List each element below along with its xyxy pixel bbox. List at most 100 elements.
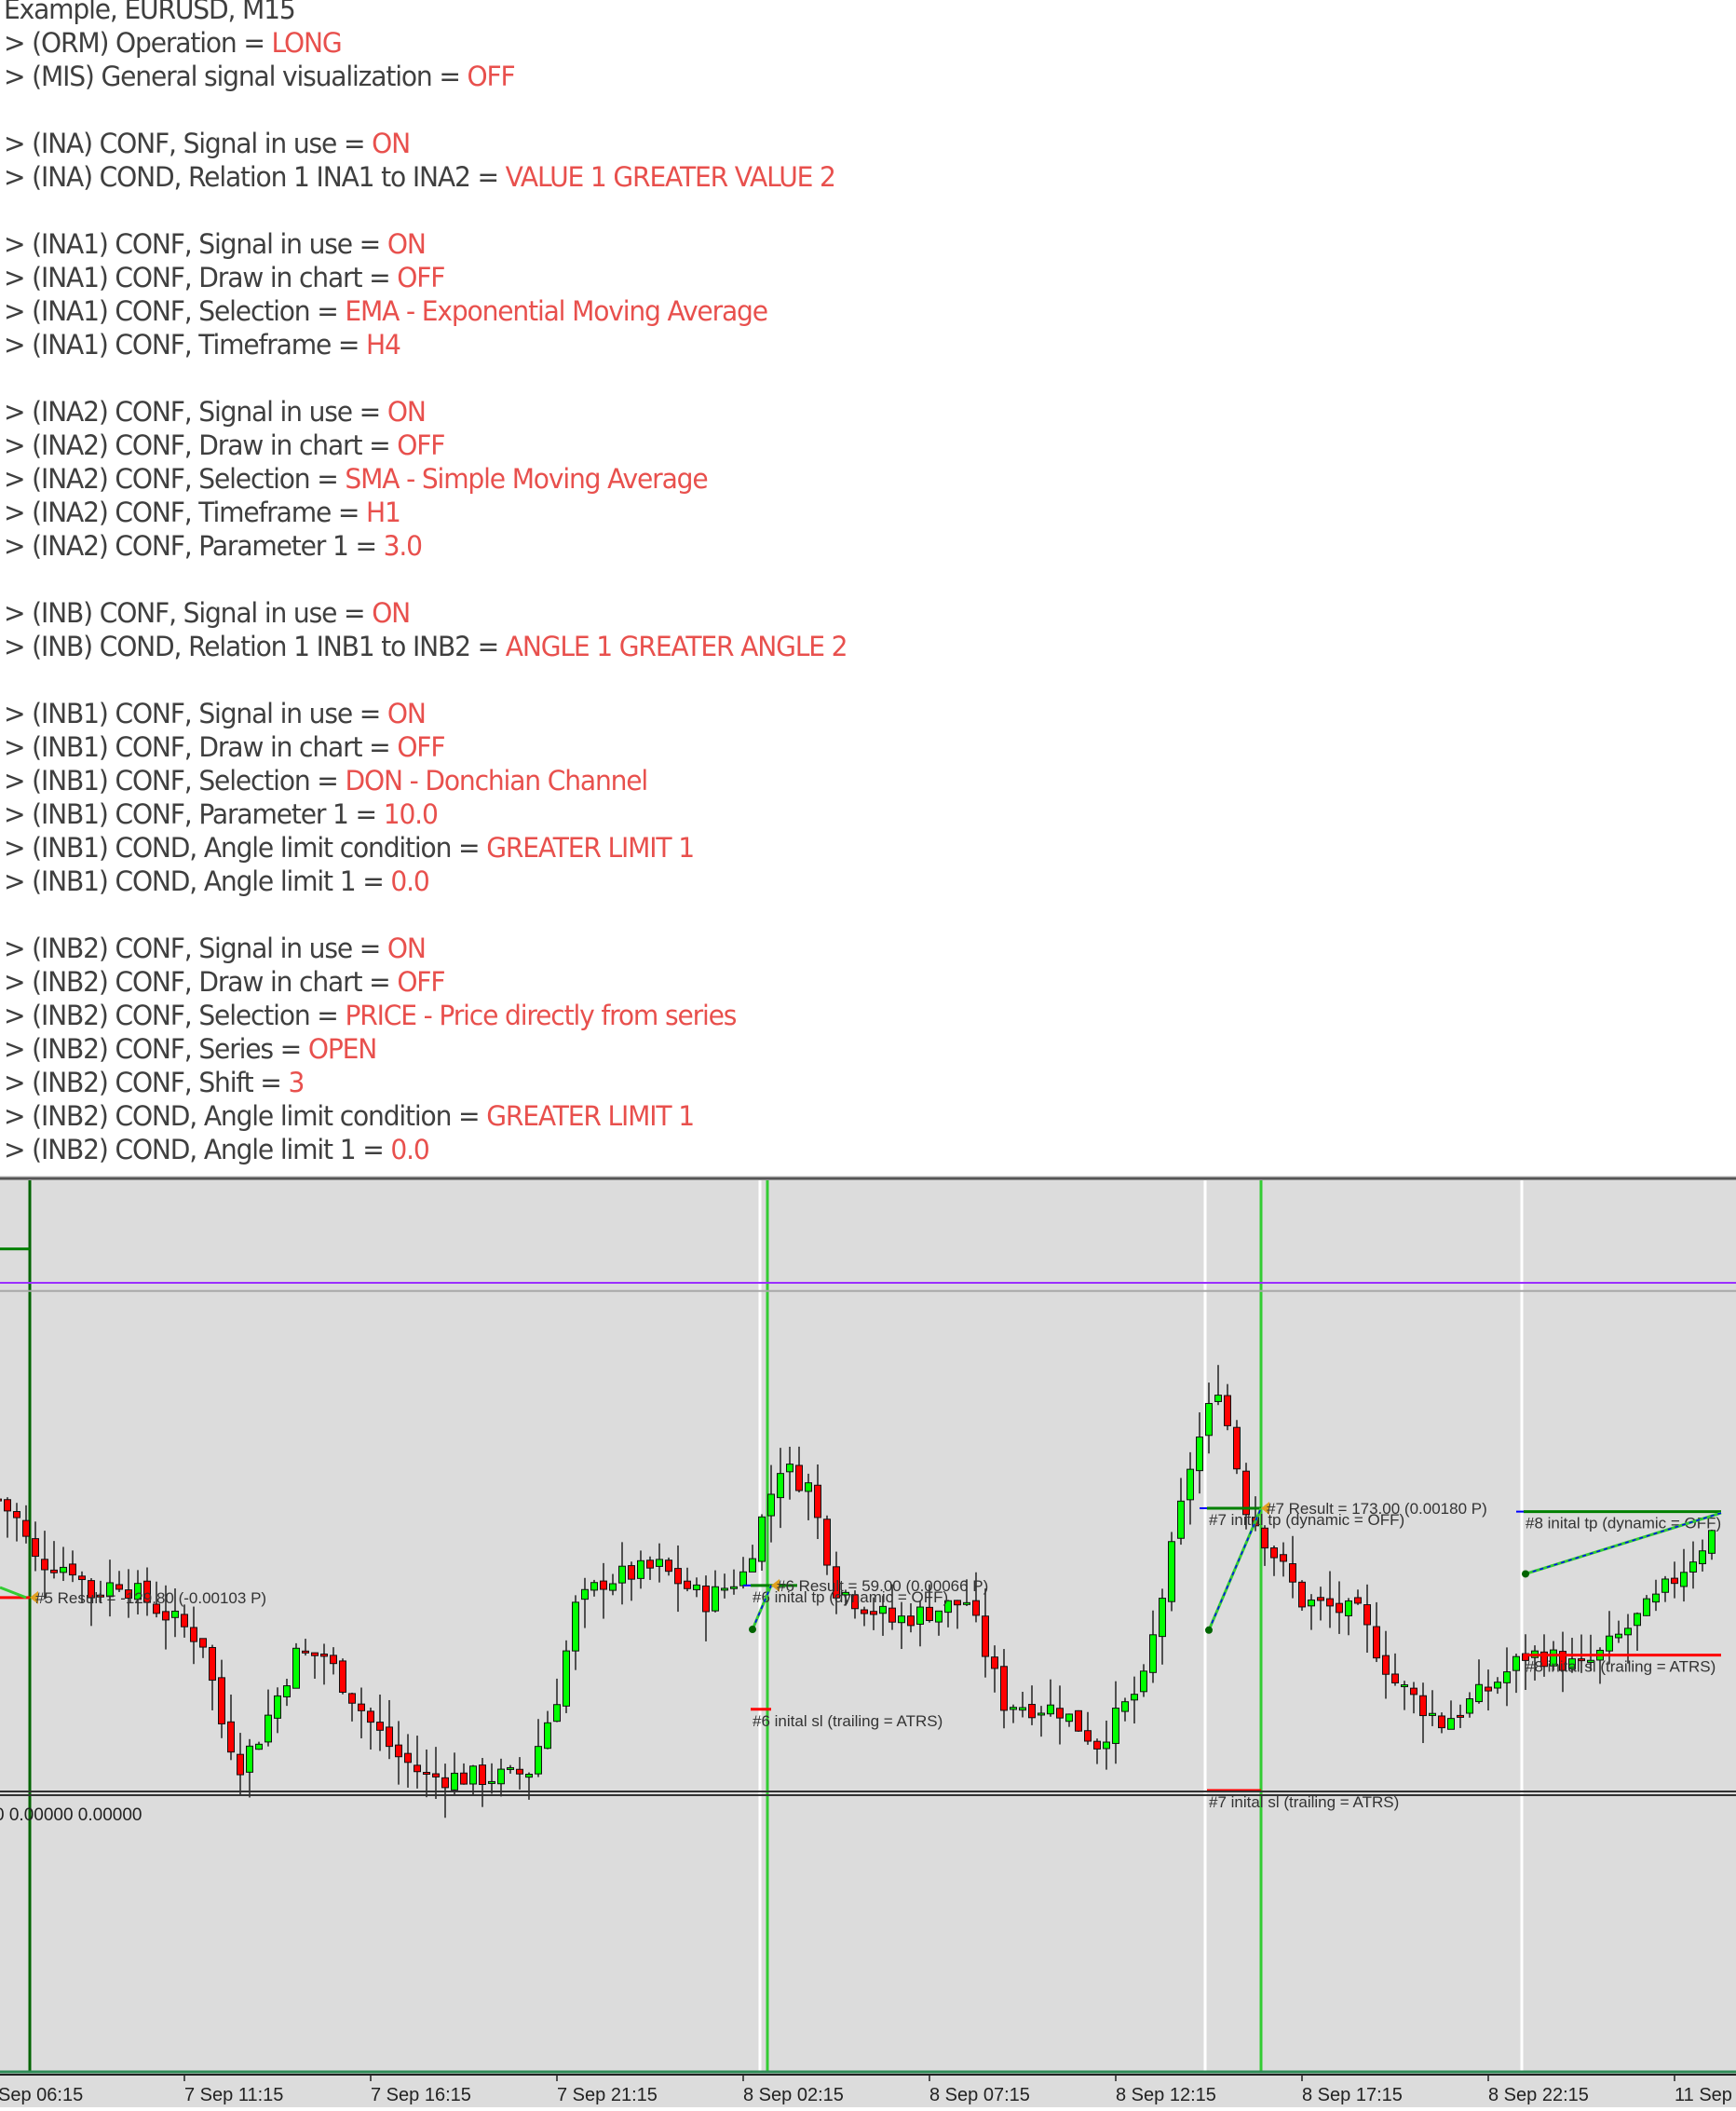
candle-body	[907, 1615, 915, 1627]
candle-body	[749, 1558, 756, 1573]
candle-body	[171, 1610, 179, 1618]
candle-body	[1438, 1715, 1445, 1729]
setting-key: > (INA) CONF, Signal in use =	[4, 128, 373, 159]
setting-line: > (INA1) CONF, Draw in chart = OFF	[4, 264, 445, 297]
price-chart[interactable]: #5 Result = -129.80 (-0.00103 P) #6 inita…	[0, 1176, 1736, 2107]
setting-value: OFF	[397, 429, 445, 461]
setting-line: > (INB2) CONF, Signal in use = ON	[4, 934, 427, 968]
candle-body	[1093, 1740, 1101, 1750]
candle-body	[963, 1601, 970, 1605]
sl-label: #6 inital sl (trailing = ATRS)	[753, 1712, 943, 1730]
setting-line: > (INB2) CONF, Draw in chart = OFF	[4, 968, 445, 1001]
candle-body	[926, 1606, 933, 1622]
candle-body	[22, 1519, 30, 1537]
candle-body	[1019, 1707, 1026, 1711]
candle-body	[637, 1559, 644, 1579]
candle-body	[1643, 1598, 1650, 1616]
setting-line: > (MIS) General signal visualization = O…	[4, 62, 516, 96]
setting-key: > (INB1) CONF, Draw in chart =	[4, 731, 398, 763]
chart-title: Example, EURUSD, M15	[4, 0, 296, 25]
indicator-readout: 0 0.00000 0.00000	[0, 1805, 142, 1825]
candle-body	[553, 1704, 561, 1723]
candle-body	[1270, 1547, 1278, 1559]
setting-line: > (ORM) Operation = LONG	[4, 29, 343, 62]
setting-line: > (INB) CONF, Signal in use = ON	[4, 599, 411, 633]
time-tick-label: 8 Sep 07:15	[929, 2085, 1030, 2105]
setting-key: > (INB1) CONF, Selection =	[4, 765, 346, 797]
setting-value: ANGLE 1 GREATER ANGLE 2	[505, 631, 848, 662]
candle-body	[1634, 1613, 1641, 1627]
setting-key: > (INB2) COND, Angle limit condition =	[4, 1100, 487, 1132]
setting-value: PRICE - Price directly from series	[345, 1000, 737, 1031]
candle-body	[712, 1586, 719, 1612]
candle-body	[581, 1588, 589, 1600]
candle-body	[1028, 1704, 1036, 1719]
setting-key: > (INB1) COND, Angle limit condition =	[4, 832, 487, 864]
candle-body	[656, 1559, 663, 1567]
candle-body	[255, 1743, 263, 1750]
candle-body	[386, 1726, 393, 1748]
candle-body	[469, 1765, 477, 1785]
candle-body	[283, 1685, 291, 1697]
candle-body	[870, 1611, 877, 1615]
candle-body	[1606, 1635, 1613, 1652]
setting-key: > (INB2) CONF, Shift =	[4, 1067, 289, 1098]
result-label: #6 Result = 59.00 (0.00066 P)	[777, 1577, 988, 1595]
entry-arrow-icon	[1522, 1570, 1529, 1578]
candle-body	[218, 1677, 225, 1724]
candle-body	[311, 1652, 319, 1656]
candle-body	[302, 1650, 309, 1654]
setting-value: H1	[366, 497, 401, 528]
candle-body	[1168, 1541, 1175, 1602]
candle-body	[1308, 1599, 1315, 1607]
candle-body	[497, 1768, 505, 1785]
settings-panel: Example, EURUSD, M15 > (ORM) Operation = …	[0, 0, 1736, 1176]
setting-key: > (INA1) CONF, Selection =	[4, 295, 346, 327]
setting-line: > (INA2) CONF, Signal in use = ON	[4, 396, 427, 431]
chart-canvas[interactable]: #5 Result = -129.80 (-0.00103 P) #6 inita…	[0, 1176, 1736, 2107]
candle-body	[1159, 1598, 1166, 1638]
candle-body	[795, 1464, 803, 1491]
setting-key: > (INA) COND, Relation 1 INA1 to INA2 =	[4, 161, 506, 193]
candle-body	[1047, 1704, 1054, 1715]
time-tick-label: 8 Sep 12:15	[1116, 2085, 1216, 2105]
time-tick-label: 8 Sep 22:15	[1488, 2085, 1589, 2105]
setting-line: > (INA2) CONF, Parameter 1 = 3.0	[4, 532, 423, 565]
candle-body	[600, 1580, 607, 1590]
result-label: #5 Result = -129.80 (-0.00103 P)	[35, 1589, 266, 1607]
candle-body	[525, 1774, 533, 1778]
candle-body	[162, 1611, 170, 1621]
candle-body	[1382, 1655, 1390, 1675]
setting-line: > (INA1) CONF, Signal in use = ON	[4, 230, 427, 264]
candle-body	[1661, 1578, 1669, 1593]
setting-value: GREATER LIMIT 1	[486, 832, 695, 864]
candle-body	[1615, 1633, 1622, 1639]
setting-key: > (INB2) CONF, Series =	[4, 1033, 308, 1065]
candle-body	[246, 1745, 253, 1773]
candle-body	[1419, 1695, 1427, 1717]
candle-body	[972, 1600, 980, 1616]
candle-body	[1391, 1673, 1399, 1683]
candle-body	[1224, 1395, 1231, 1426]
candle-body	[1475, 1683, 1483, 1703]
candle-body	[1000, 1666, 1008, 1711]
candle-body	[1103, 1741, 1110, 1750]
setting-key: > (INA2) CONF, Signal in use =	[4, 396, 387, 428]
setting-key: > (INB2) CONF, Selection =	[4, 1000, 346, 1031]
setting-value: EMA - Exponential Moving Average	[345, 295, 768, 327]
candle-body	[348, 1693, 356, 1704]
candle-body	[739, 1571, 747, 1587]
candle-body	[1699, 1550, 1706, 1565]
candle-body	[41, 1559, 48, 1571]
setting-line: > (INA2) CONF, Selection = SMA - Simple …	[4, 465, 709, 498]
setting-value: 0.0	[390, 865, 429, 897]
sl-label: #8 inital sl (trailing = ATRS)	[1526, 1658, 1716, 1676]
setting-line: > (INB1) CONF, Parameter 1 = 10.0	[4, 800, 439, 834]
candle-body	[0, 1498, 2, 1502]
candle-body	[916, 1606, 924, 1625]
candle-body	[1689, 1561, 1697, 1573]
candle-body	[1373, 1626, 1380, 1659]
candle-body	[777, 1473, 784, 1499]
candle-body	[358, 1703, 365, 1711]
candle-body	[1010, 1707, 1017, 1710]
